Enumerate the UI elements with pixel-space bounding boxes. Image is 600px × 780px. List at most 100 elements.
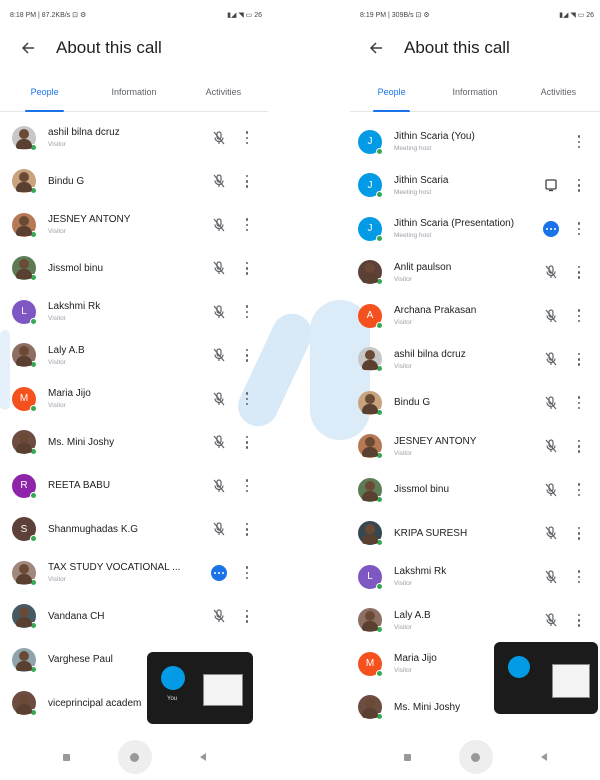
avatar-initial: L — [21, 306, 27, 318]
recents-square-icon[interactable] — [403, 753, 411, 761]
mic-off-icon[interactable] — [540, 261, 562, 283]
home-circle-icon[interactable] — [117, 740, 152, 774]
mic-off-icon[interactable] — [208, 605, 230, 627]
more-vert-icon[interactable] — [236, 562, 258, 584]
back-triangle-icon[interactable] — [540, 753, 547, 761]
participant-row[interactable]: KRIPA SURESH — [350, 512, 600, 556]
participant-info: Anlit paulson Visitor — [394, 262, 540, 283]
avatar — [12, 212, 37, 238]
more-vert-icon[interactable] — [568, 392, 590, 414]
participant-name: Bindu G — [394, 397, 431, 409]
present-screen-icon[interactable] — [540, 174, 562, 196]
more-vert-icon[interactable] — [568, 566, 590, 588]
tab-information[interactable]: Information — [89, 72, 178, 111]
participant-row[interactable]: JESNEY ANTONY Visitor — [350, 425, 600, 469]
more-vert-icon[interactable] — [568, 131, 590, 153]
participant-row[interactable]: Vandana CH — [0, 595, 268, 639]
participant-row[interactable]: J Jithin Scaria (You) Meeting host — [350, 120, 600, 164]
online-status-dot — [30, 361, 37, 369]
mic-off-icon[interactable] — [208, 127, 230, 149]
mic-off-icon[interactable] — [540, 348, 562, 370]
participant-row[interactable]: ashil bilna dcruz Visitor — [350, 338, 600, 382]
participant-row[interactable]: L Lakshmi Rk Visitor — [350, 555, 600, 599]
more-vert-icon[interactable] — [568, 348, 590, 370]
more-vert-icon[interactable] — [236, 518, 258, 540]
more-vert-icon[interactable] — [568, 174, 590, 196]
participant-row[interactable]: JESNEY ANTONY Visitor — [0, 203, 268, 247]
online-status-dot — [376, 582, 383, 590]
avatar — [12, 560, 37, 586]
more-vert-icon[interactable] — [236, 475, 258, 497]
mic-off-icon[interactable] — [208, 518, 230, 540]
tab-activities[interactable]: Activities — [179, 72, 268, 111]
home-circle-icon[interactable] — [458, 740, 493, 774]
participant-row[interactable]: L Lakshmi Rk Visitor — [0, 290, 268, 334]
mic-off-icon[interactable] — [208, 388, 230, 410]
more-vert-icon[interactable] — [568, 218, 590, 240]
participant-row[interactable]: Ms. Mini Joshy — [0, 421, 268, 465]
online-status-dot — [30, 578, 37, 586]
more-vert-icon[interactable] — [568, 305, 590, 327]
back-arrow-icon[interactable] — [14, 34, 42, 62]
participant-name: Maria Jijo — [48, 388, 91, 400]
more-vert-icon[interactable] — [568, 479, 590, 501]
more-vert-icon[interactable] — [236, 301, 258, 323]
mic-off-icon[interactable] — [540, 305, 562, 327]
more-vert-icon[interactable] — [568, 522, 590, 544]
mic-off-icon[interactable] — [208, 344, 230, 366]
mic-off-icon[interactable] — [208, 301, 230, 323]
mic-off-icon[interactable] — [540, 479, 562, 501]
back-triangle-icon[interactable] — [199, 753, 206, 761]
mic-off-icon[interactable] — [208, 475, 230, 497]
participant-row[interactable]: Laly A.B Visitor — [0, 334, 268, 378]
more-vert-icon[interactable] — [236, 214, 258, 236]
participant-row[interactable]: Bindu G — [350, 381, 600, 425]
more-vert-icon[interactable] — [568, 609, 590, 631]
back-arrow-icon[interactable] — [362, 34, 390, 62]
mic-off-icon[interactable] — [540, 566, 562, 588]
mic-off-icon[interactable] — [540, 392, 562, 414]
mic-off-icon[interactable] — [208, 214, 230, 236]
mic-off-icon[interactable] — [208, 170, 230, 192]
mic-off-icon[interactable] — [540, 522, 562, 544]
picture-in-picture-window[interactable]: You — [147, 652, 253, 724]
participant-row[interactable]: A Archana Prakasan Visitor — [350, 294, 600, 338]
more-vert-icon[interactable] — [236, 605, 258, 627]
more-vert-icon[interactable] — [236, 388, 258, 410]
participant-row[interactable]: Laly A.B Visitor — [350, 599, 600, 643]
more-vert-icon[interactable] — [568, 261, 590, 283]
participant-row[interactable]: J Jithin Scaria Meeting host — [350, 164, 600, 208]
participant-info: REETA BABU — [48, 480, 208, 491]
tab-activities[interactable]: Activities — [517, 72, 600, 111]
tab-information[interactable]: Information — [433, 72, 516, 111]
more-vert-icon[interactable] — [236, 344, 258, 366]
mic-off-icon[interactable] — [540, 435, 562, 457]
participant-row[interactable]: S Shanmughadas K.G — [0, 508, 268, 552]
participant-row[interactable]: ashil bilna dcruz Visitor — [0, 116, 268, 160]
more-vert-icon[interactable] — [236, 257, 258, 279]
avatar — [358, 521, 383, 547]
participant-row[interactable]: Jissmol binu — [350, 468, 600, 512]
mic-off-icon[interactable] — [208, 257, 230, 279]
more-vert-icon[interactable] — [236, 431, 258, 453]
avatar — [12, 691, 37, 717]
more-vert-icon[interactable] — [236, 127, 258, 149]
tab-people[interactable]: People — [0, 72, 89, 112]
participant-row[interactable]: TAX STUDY VOCATIONAL ... Visitor — [0, 551, 268, 595]
participant-row[interactable]: Jissmol binu — [0, 247, 268, 291]
participant-row[interactable]: M Maria Jijo Visitor — [0, 377, 268, 421]
mic-off-icon[interactable] — [540, 609, 562, 631]
participant-row[interactable]: Bindu G — [0, 160, 268, 204]
participant-row[interactable]: Anlit paulson Visitor — [350, 251, 600, 295]
page-title: About this call — [404, 38, 510, 57]
recents-square-icon[interactable] — [62, 753, 70, 761]
mic-off-icon[interactable] — [208, 431, 230, 453]
avatar-initial: M — [19, 393, 29, 405]
participant-row[interactable]: J Jithin Scaria (Presentation) Meeting hos… — [350, 207, 600, 251]
more-vert-icon[interactable] — [236, 170, 258, 192]
more-vert-icon[interactable] — [568, 435, 590, 457]
tab-people[interactable]: People — [350, 72, 433, 112]
participant-info: ashil bilna dcruz Visitor — [48, 127, 208, 148]
picture-in-picture-window[interactable] — [494, 642, 598, 714]
participant-row[interactable]: R REETA BABU — [0, 464, 268, 508]
